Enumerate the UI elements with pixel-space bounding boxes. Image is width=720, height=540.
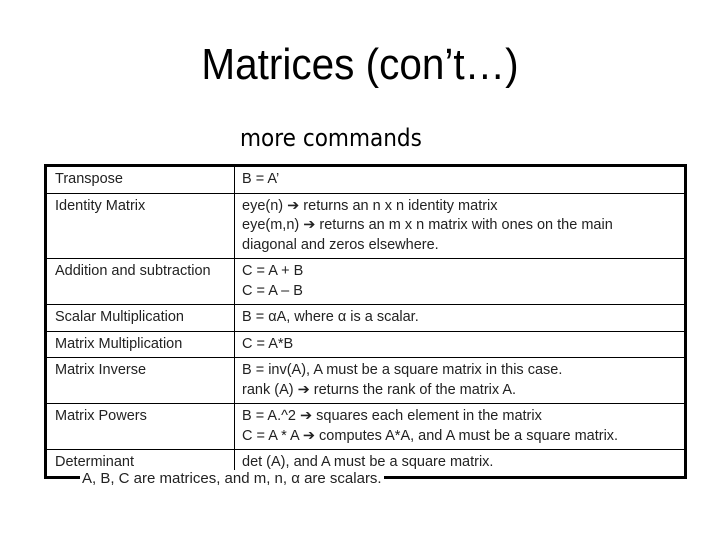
command-name: Identity Matrix [45, 192, 235, 259]
description-line: B = αA, where α is a scalar. [242, 309, 419, 325]
slide-subtitle: more commands [240, 124, 422, 152]
command-description: B = A’ [234, 165, 686, 194]
footnote: A, B, C are matrices, and m, n, α are sc… [80, 470, 384, 487]
description-line: B = inv(A), A must be a square matrix in… [242, 362, 563, 378]
table-row: Identity Matrix eye(n) ➔ returns an n x … [45, 192, 686, 259]
description-line: diagonal and zeros elsewhere. [242, 236, 439, 253]
command-description: C = A*B [234, 330, 686, 358]
command-description: B = inv(A), A must be a square matrix in… [234, 357, 686, 404]
description-line: rank (A) ➔ returns the rank of the matri… [242, 381, 517, 398]
description-line: C = A – B [242, 282, 303, 299]
command-name: Transpose [45, 165, 235, 194]
table-row: Matrix Inverse B = inv(A), A must be a s… [45, 357, 686, 404]
command-description: C = A + B C = A – B [234, 258, 686, 305]
command-name: Matrix Powers [45, 403, 235, 450]
command-name: Scalar Multiplication [45, 304, 235, 332]
command-name: Matrix Inverse [45, 357, 235, 404]
command-description: B = αA, where α is a scalar. [234, 304, 686, 332]
command-name: Addition and subtraction [45, 258, 235, 305]
command-description: B = A.^2 ➔ squares each element in the m… [234, 403, 686, 450]
table-row: Scalar Multiplication B = αA, where α is… [45, 304, 686, 332]
commands-table: Transpose B = A’ Identity Matrix eye(n) … [44, 164, 687, 479]
description-line: eye(m,n) ➔ returns an m x n matrix with … [242, 217, 613, 233]
description-line: eye(n) ➔ returns an n x n identity matri… [242, 197, 498, 214]
table-row: Matrix Powers B = A.^2 ➔ squares each el… [45, 403, 686, 450]
description-line: C = A*B [242, 335, 294, 352]
description-line: B = A.^2 ➔ squares each element in the m… [242, 408, 542, 424]
table-row: Matrix Multiplication C = A*B [45, 330, 686, 358]
description-line: B = A’ [242, 171, 280, 187]
table-row: Addition and subtraction C = A + B C = A… [45, 258, 686, 305]
description-line: C = A * A ➔ computes A*A, and A must be … [242, 427, 619, 444]
command-description: eye(n) ➔ returns an n x n identity matri… [234, 192, 686, 259]
table-row: Transpose B = A’ [45, 165, 686, 194]
description-line: C = A + B [242, 263, 304, 279]
command-name: Matrix Multiplication [45, 330, 235, 358]
slide-title: Matrices (con’t…) [201, 40, 519, 89]
